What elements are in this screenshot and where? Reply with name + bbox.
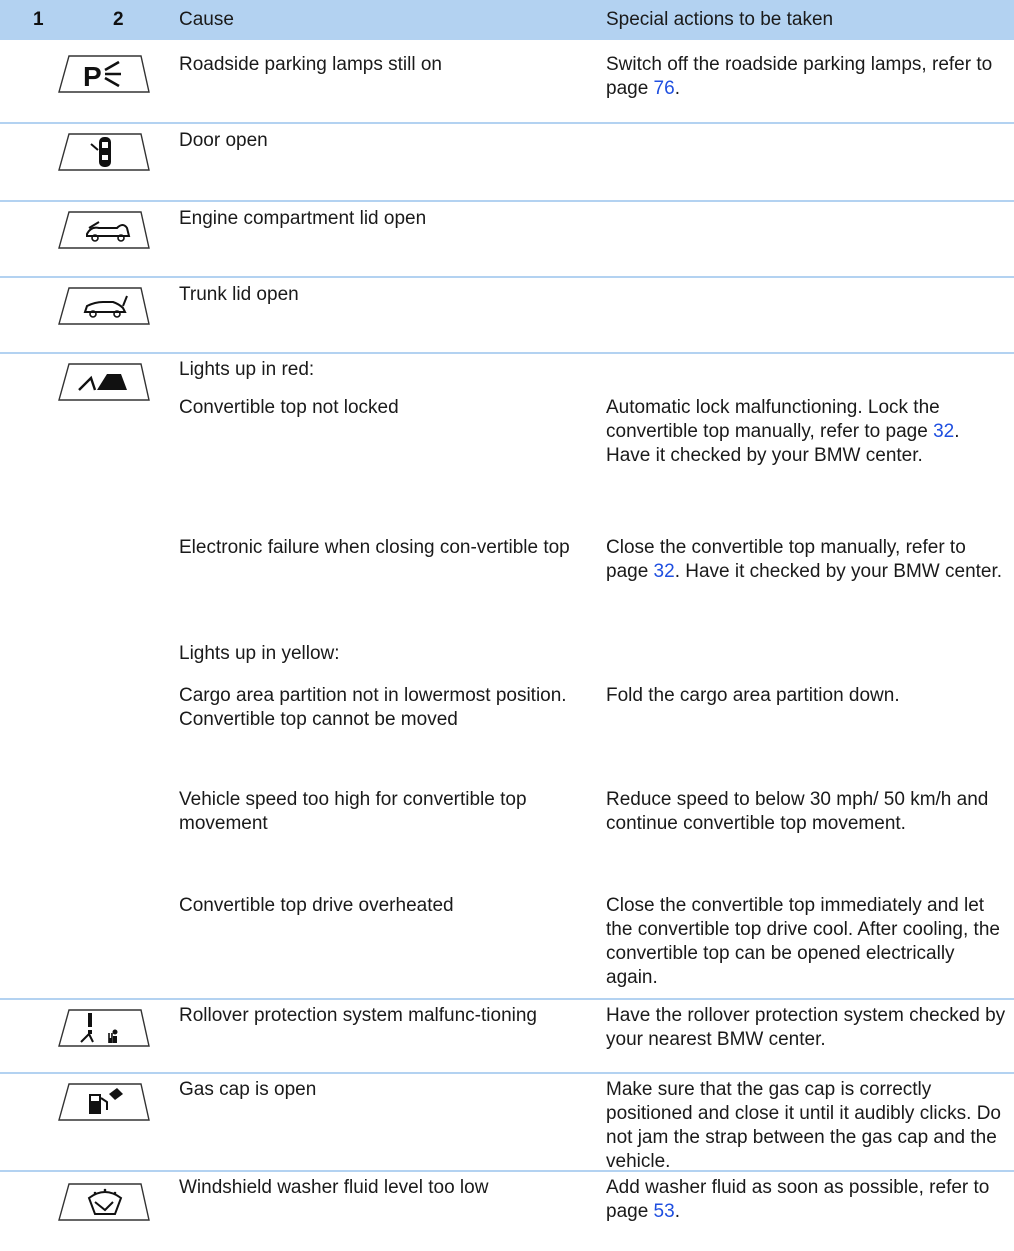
cause-text: Trunk lid open — [179, 284, 299, 305]
row-divider — [0, 200, 1014, 202]
action-text: Close the convertible top immediately an… — [606, 895, 1000, 988]
actions-header: Special actions to be taken — [606, 9, 834, 30]
column-2-header: 2 — [113, 9, 124, 30]
cause-text: Rollover protection system malfunc-tioni… — [179, 1005, 537, 1026]
action-text: Switch off the roadside parking lamps, r… — [606, 54, 993, 99]
row-divider — [0, 1072, 1014, 1074]
cause-text: Convertible top not locked — [179, 397, 399, 418]
cause-text: Windshield washer fluid level too low — [179, 1177, 489, 1198]
action-text: Reduce speed to below 30 mph/ 50 km/h an… — [606, 789, 989, 834]
action-text: Have the rollover protection system chec… — [606, 1005, 1006, 1050]
cause-text: Gas cap is open — [179, 1079, 317, 1100]
cause-text: Electronic failure when closing con-vert… — [179, 537, 570, 558]
cause-header: Cause — [179, 9, 234, 30]
cause-text: Cargo area partition not in lowermost po… — [179, 685, 567, 730]
cause-text: Convertible top drive overheated — [179, 895, 454, 916]
red-heading: Lights up in red: — [179, 359, 315, 380]
washer-fluid-icon — [55, 1180, 153, 1222]
row-divider — [0, 352, 1014, 354]
cause-text: Roadside parking lamps still on — [179, 54, 442, 75]
roadside-parking-lamp-icon: P — [55, 52, 153, 94]
engine-lid-open-icon — [55, 208, 153, 250]
row-divider — [0, 998, 1014, 1000]
column-1-header: 1 — [33, 9, 44, 30]
action-text: Make sure that the gas cap is correctly … — [606, 1079, 1001, 1172]
cause-text: Door open — [179, 130, 268, 151]
row-divider — [0, 276, 1014, 278]
row-divider — [0, 1170, 1014, 1172]
action-text: Close the convertible top manually, refe… — [606, 537, 1003, 582]
rollover-protection-icon: ǁ — [55, 1006, 153, 1048]
gas-cap-icon — [55, 1080, 153, 1122]
yellow-heading: Lights up in yellow: — [179, 643, 340, 664]
action-text: Fold the cargo area partition down. — [606, 685, 900, 706]
action-text: Add washer fluid as soon as possible, re… — [606, 1177, 990, 1222]
trunk-lid-open-icon — [55, 284, 153, 326]
cause-text: Engine compartment lid open — [179, 208, 427, 229]
warning-table: 1 2 Cause Special actions to be taken P … — [0, 0, 1014, 1222]
svg-text:P: P — [83, 61, 102, 92]
page-link[interactable]: 76 — [654, 78, 675, 99]
page-link[interactable]: 32 — [654, 561, 675, 582]
page-link[interactable]: 32 — [933, 421, 954, 442]
convertible-top-icon — [55, 360, 153, 402]
door-open-icon — [55, 130, 153, 172]
page-link[interactable]: 53 — [654, 1201, 675, 1222]
row-divider — [0, 122, 1014, 124]
table-header: 1 2 Cause Special actions to be taken — [0, 0, 1014, 40]
cause-text: Vehicle speed too high for convertible t… — [179, 789, 527, 834]
action-text: Automatic lock malfunctioning. Lock the … — [606, 397, 960, 466]
